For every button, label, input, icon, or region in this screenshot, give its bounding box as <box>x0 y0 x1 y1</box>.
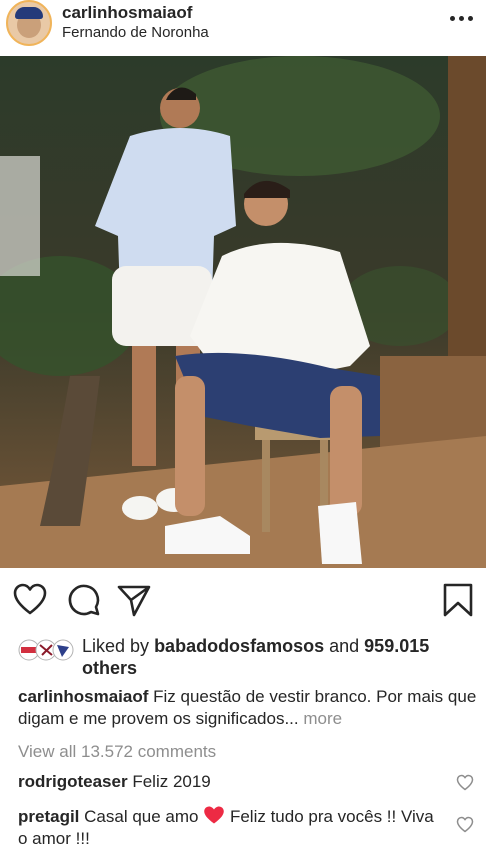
comment-like-icon[interactable] <box>456 774 474 792</box>
likes-connector: and <box>329 636 360 656</box>
likes-text[interactable]: Liked by babadodosfamosos and 959.015 ot… <box>82 635 477 679</box>
heart-icon[interactable] <box>12 582 48 618</box>
comment-username[interactable]: pretagil <box>18 807 79 826</box>
post-header: carlinhosmaiaof Fernando de Noronha <box>0 0 486 56</box>
likes-prefix: Liked by <box>82 636 150 656</box>
bookmark-icon[interactable] <box>440 582 476 618</box>
more-options-icon[interactable] <box>450 10 476 26</box>
likes-suffix[interactable]: others <box>82 658 137 678</box>
likes-count[interactable]: 959.015 <box>364 636 429 656</box>
comment-item: pretagil Casal que amo Feliz tudo pra vo… <box>18 805 438 850</box>
red-heart-emoji <box>204 806 224 824</box>
view-all-comments-link[interactable]: View all 13.572 comments <box>18 742 216 762</box>
comment-username[interactable]: rodrigoteaser <box>18 772 128 791</box>
photo-scene <box>0 56 486 568</box>
liker-avatars-icon <box>18 639 74 661</box>
caption-more-link[interactable]: more <box>303 709 342 728</box>
post-photo[interactable] <box>0 56 486 568</box>
comment-text: Feliz 2019 <box>132 772 211 791</box>
comment-text-continued: Feliz tudo pra vocês !! Viva o amor !!! <box>18 807 434 848</box>
comment-text: Casal que amo <box>84 807 199 826</box>
comment-like-icon[interactable] <box>456 816 474 834</box>
post-actions <box>0 578 486 622</box>
post-caption: carlinhosmaiaof Fiz questão de vestir br… <box>18 686 478 730</box>
post-username[interactable]: carlinhosmaiaof <box>62 3 192 23</box>
liker-username[interactable]: babadodosfamosos <box>154 636 324 656</box>
profile-avatar[interactable] <box>6 0 52 46</box>
liker-avatars[interactable] <box>18 639 76 661</box>
share-icon[interactable] <box>116 582 152 618</box>
post-location[interactable]: Fernando de Noronha <box>62 24 209 41</box>
comment-item: rodrigoteaser Feliz 2019 <box>18 771 438 793</box>
comment-icon[interactable] <box>66 582 102 618</box>
caption-username[interactable]: carlinhosmaiaof <box>18 687 148 706</box>
